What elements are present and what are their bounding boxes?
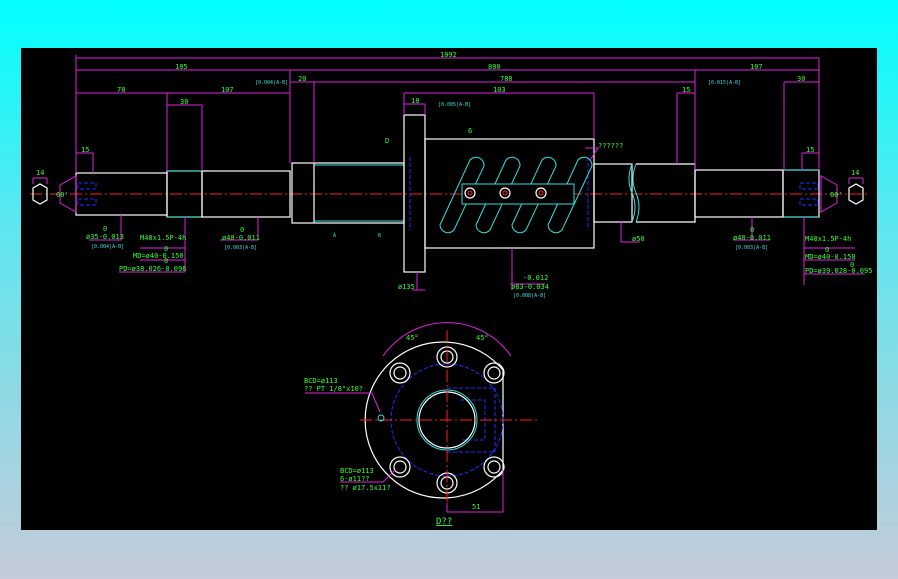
svg-text:ø35-0.013: ø35-0.013 [86, 233, 124, 241]
svg-text:185: 185 [175, 63, 188, 71]
svg-text:[0.015|A-B]: [0.015|A-B] [708, 80, 741, 86]
svg-text:107: 107 [750, 63, 763, 71]
svg-text:B: B [378, 233, 381, 239]
svg-text:ø50: ø50 [632, 235, 645, 243]
dimension-text: 1092 185 800 107 20 780 78 107 30 18 103… [36, 51, 872, 299]
svg-text:1092: 1092 [440, 51, 457, 59]
svg-text:60': 60' [830, 191, 843, 199]
svg-text:D: D [385, 137, 389, 145]
svg-text:D??: D?? [436, 517, 452, 527]
svg-text:??????: ?????? [598, 142, 623, 150]
svg-text:MD=ø40-0.150: MD=ø40-0.150 [133, 252, 184, 260]
svg-text:103: 103 [493, 86, 506, 94]
svg-text:78: 78 [117, 86, 125, 94]
svg-text:51: 51 [472, 503, 480, 511]
ball-screw-drawing: 1092 185 800 107 20 780 78 107 30 18 103… [30, 51, 872, 527]
svg-text:ø40-0.011: ø40-0.011 [222, 234, 260, 242]
svg-text:ø40-0.011: ø40-0.011 [733, 234, 771, 242]
svg-text:[0.008|A-B]: [0.008|A-B] [513, 293, 546, 299]
svg-text:0: 0 [164, 257, 168, 265]
svg-text:45°: 45° [406, 334, 419, 342]
svg-text:30: 30 [180, 98, 188, 106]
svg-text:14: 14 [36, 169, 44, 177]
svg-text:M40x1.5P-4h: M40x1.5P-4h [140, 234, 186, 242]
svg-text:60': 60' [56, 191, 69, 199]
svg-text:0: 0 [750, 226, 754, 234]
svg-text:30: 30 [797, 75, 805, 83]
svg-text:PD=ø38.026-0.096: PD=ø38.026-0.096 [119, 265, 186, 273]
svg-text:[0.004|A-B]: [0.004|A-B] [91, 244, 124, 250]
flange-section-view: 45° 45° BCD=ø113 ?? PT 1/8"x10? BCD=ø113… [304, 322, 540, 527]
svg-text:107: 107 [221, 86, 234, 94]
svg-text:[0.003|A-B]: [0.003|A-B] [735, 245, 768, 251]
svg-text:[0.005|A-B]: [0.005|A-B] [438, 102, 471, 108]
svg-text:0: 0 [240, 226, 244, 234]
svg-text:14: 14 [851, 169, 859, 177]
svg-text:800: 800 [488, 63, 501, 71]
svg-text:?? PT 1/8"x10?: ?? PT 1/8"x10? [304, 385, 363, 393]
svg-text:M40x1.5P-4h: M40x1.5P-4h [805, 235, 851, 243]
svg-text:6: 6 [468, 127, 472, 135]
svg-text:45°: 45° [476, 334, 489, 342]
svg-text:[0.004|A-B]: [0.004|A-B] [255, 80, 288, 86]
svg-text:15: 15 [682, 86, 690, 94]
svg-text:6-ø11??: 6-ø11?? [340, 475, 370, 483]
svg-text:18: 18 [411, 97, 419, 105]
svg-text:BCD=ø113: BCD=ø113 [340, 467, 374, 475]
svg-text:15: 15 [806, 146, 814, 154]
svg-text:PD=ø39.028-0.095: PD=ø39.028-0.095 [805, 267, 872, 275]
svg-text:A: A [333, 233, 336, 239]
svg-text:ø83-0.034: ø83-0.034 [511, 283, 549, 291]
svg-text:MD=ø40-0.150: MD=ø40-0.150 [805, 253, 856, 261]
svg-text:?? ø17.5x11?: ?? ø17.5x11? [340, 484, 391, 492]
screw-shaft [32, 162, 864, 224]
svg-text:-0.012: -0.012 [523, 274, 548, 282]
dimension-lines [75, 55, 865, 291]
cad-drawing-canvas[interactable]: 1092 185 800 107 20 780 78 107 30 18 103… [21, 48, 877, 530]
svg-text:15: 15 [81, 146, 89, 154]
svg-text:[0.003|A-B]: [0.003|A-B] [224, 245, 257, 251]
svg-text:0: 0 [103, 225, 107, 233]
svg-text:BCD=ø113: BCD=ø113 [304, 377, 338, 385]
svg-text:780: 780 [500, 75, 513, 83]
svg-text:ø135: ø135 [398, 283, 415, 291]
svg-text:20: 20 [298, 75, 306, 83]
